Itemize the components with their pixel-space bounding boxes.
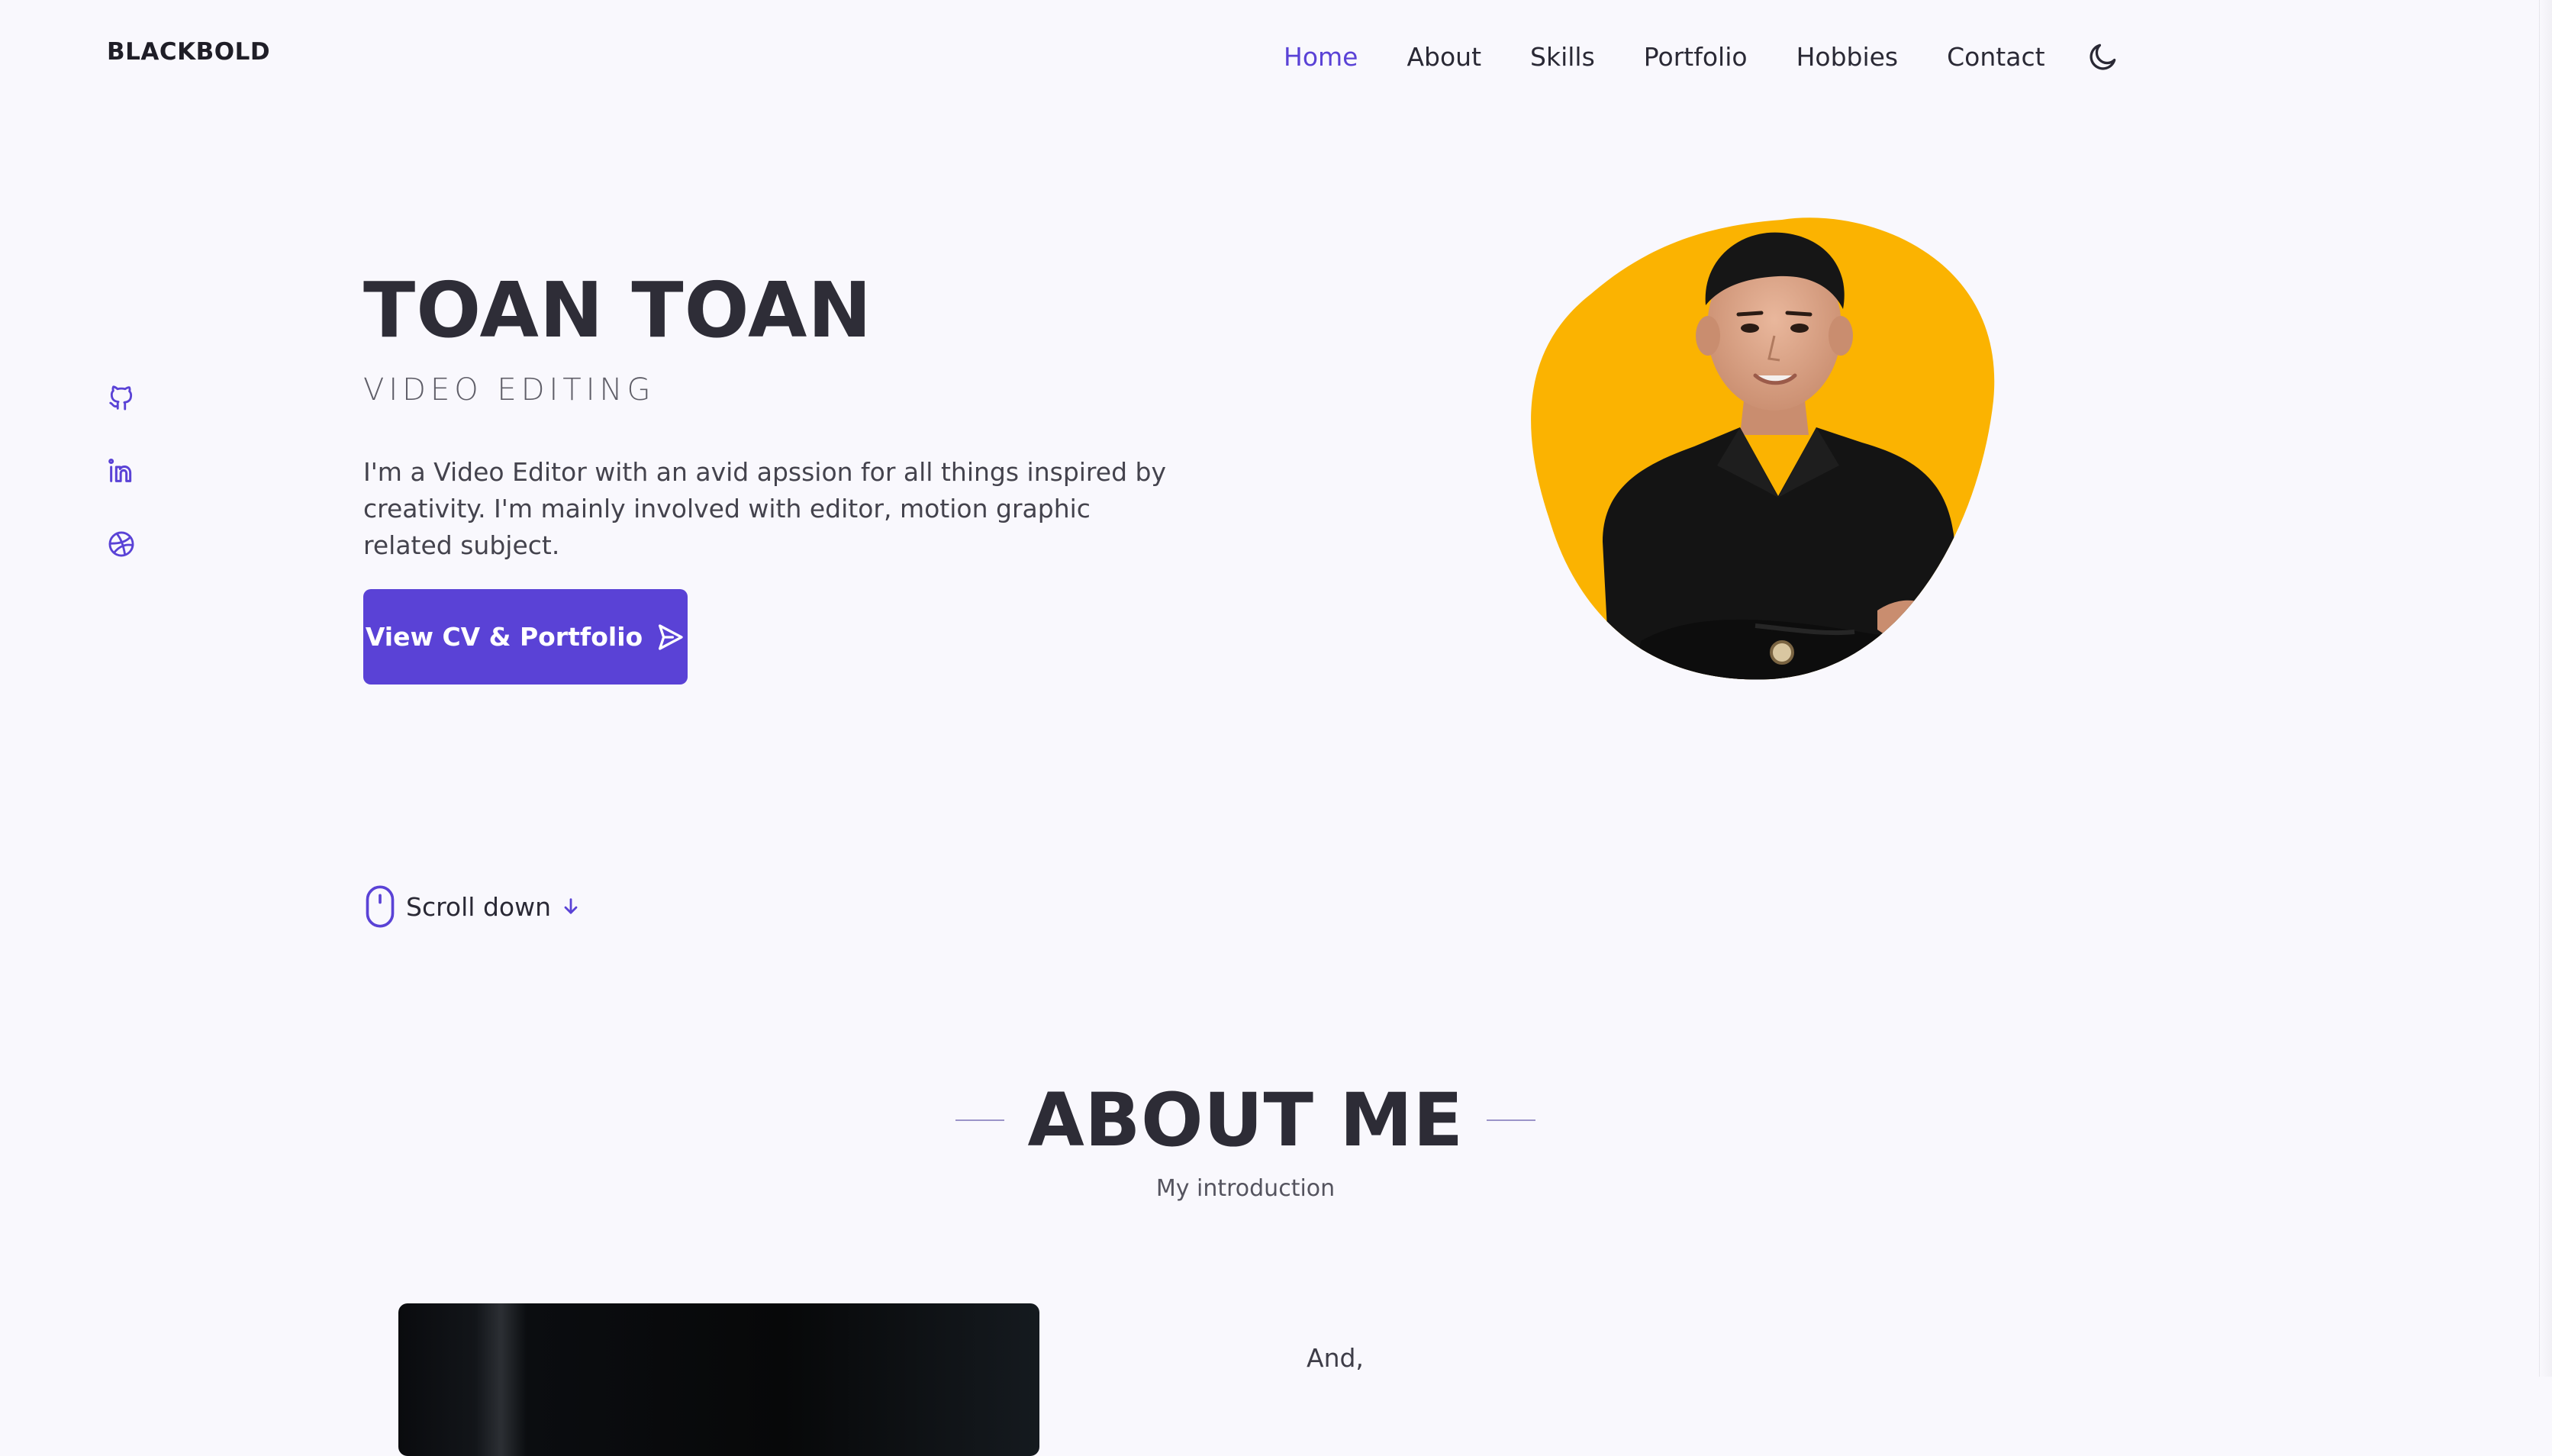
mouse-icon: [366, 885, 395, 928]
brand-logo[interactable]: BLACKBOLD: [107, 38, 270, 66]
linkedin-icon[interactable]: [105, 455, 137, 487]
hero-name: TOAN TOAN: [363, 266, 873, 355]
github-icon[interactable]: [105, 382, 137, 414]
nav-item-portfolio[interactable]: Portfolio: [1644, 42, 1748, 72]
dribbble-icon[interactable]: [105, 528, 137, 560]
about-video-thumbnail[interactable]: [398, 1303, 1039, 1456]
nav-item-about[interactable]: About: [1406, 42, 1481, 72]
hero-description: I'm a Video Editor with an avid apssion …: [363, 457, 1166, 560]
about-section-header: ABOUT ME: [0, 1078, 2491, 1163]
arrow-down-icon: [564, 898, 578, 914]
about-subtitle: My introduction: [1155, 1175, 1336, 1202]
window-edge: [2539, 0, 2552, 1377]
title-line-right: [1486, 1119, 1535, 1121]
main-nav: Home About Skills Portfolio Hobbies Cont…: [1284, 37, 2123, 76]
moon-icon: [2089, 43, 2115, 70]
about-text: And,: [1307, 1343, 1364, 1373]
portrait-image: [1519, 214, 2007, 687]
nav-item-home[interactable]: Home: [1284, 42, 1358, 72]
scroll-down-link[interactable]: Scroll down: [363, 884, 582, 929]
scroll-down-label: Scroll down: [406, 891, 551, 922]
social-links: [105, 382, 137, 560]
cta-label: View CV & Portfolio: [365, 622, 643, 652]
site-header: BLACKBOLD Home About Skills Portfolio Ho…: [0, 0, 2552, 107]
theme-toggle-button[interactable]: [2083, 37, 2123, 76]
about-title: ABOUT ME: [1027, 1078, 1464, 1163]
title-line-left: [955, 1119, 1005, 1121]
nav-item-contact[interactable]: Contact: [1947, 42, 2044, 72]
hero-role: VIDEO EDITING: [363, 372, 656, 407]
nav-item-skills[interactable]: Skills: [1530, 42, 1595, 72]
send-icon: [659, 623, 683, 650]
nav-item-hobbies[interactable]: Hobbies: [1796, 42, 1899, 72]
view-cv-portfolio-button[interactable]: View CV & Portfolio: [363, 589, 688, 685]
